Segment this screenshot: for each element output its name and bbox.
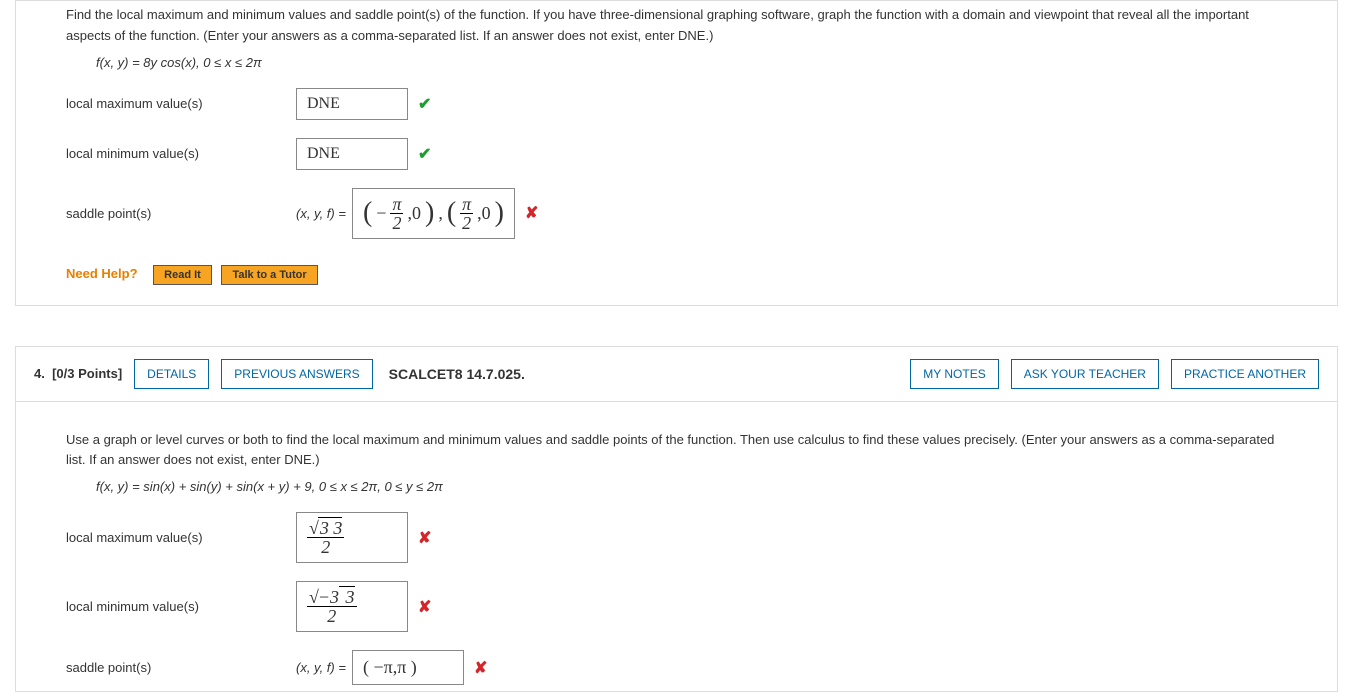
cross-icon: ✘ bbox=[525, 203, 538, 223]
q3-saddle-row: saddle point(s) (x, y, f) = (−π2,0),(π2,… bbox=[66, 188, 1287, 239]
q3-local-min-input[interactable]: DNE bbox=[296, 138, 408, 170]
details-button[interactable]: DETAILS bbox=[134, 359, 209, 389]
q3-local-min-row: local minimum value(s) DNE ✔ bbox=[66, 138, 1287, 170]
q3-local-max-label: local maximum value(s) bbox=[66, 96, 296, 111]
q4-local-min-row: local minimum value(s) −3 32 ✘ bbox=[66, 581, 1287, 632]
q3-saddle-label: saddle point(s) bbox=[66, 206, 296, 221]
q4-function: f(x, y) = sin(x) + sin(y) + sin(x + y) +… bbox=[96, 479, 1287, 494]
my-notes-button[interactable]: MY NOTES bbox=[910, 359, 998, 389]
q3-prompt: Find the local maximum and minimum value… bbox=[66, 1, 1287, 47]
q4-saddle-prefix: (x, y, f) = bbox=[296, 660, 346, 675]
question4-card: Use a graph or level curves or both to f… bbox=[15, 402, 1338, 692]
read-it-button[interactable]: Read It bbox=[153, 265, 212, 285]
ask-teacher-button[interactable]: ASK YOUR TEACHER bbox=[1011, 359, 1159, 389]
q4-saddle-row: saddle point(s) (x, y, f) = ( −π,π ) ✘ bbox=[66, 650, 1287, 685]
q3-saddle-input[interactable]: (−π2,0),(π2,0) bbox=[352, 188, 515, 239]
assignment-id: SCALCET8 14.7.025. bbox=[389, 366, 525, 382]
question3-card: Find the local maximum and minimum value… bbox=[15, 0, 1338, 306]
q4-local-min-input[interactable]: −3 32 bbox=[296, 581, 408, 632]
need-help: Need Help? Read It Talk to a Tutor bbox=[66, 265, 1287, 285]
check-icon: ✔ bbox=[418, 94, 431, 114]
q4-points: [0/3 Points] bbox=[52, 366, 122, 381]
q4-local-max-row: local maximum value(s) 3 32 ✘ bbox=[66, 512, 1287, 563]
q4-saddle-label: saddle point(s) bbox=[66, 660, 296, 675]
practice-another-button[interactable]: PRACTICE ANOTHER bbox=[1171, 359, 1319, 389]
talk-tutor-button[interactable]: Talk to a Tutor bbox=[221, 265, 317, 285]
cross-icon: ✘ bbox=[418, 597, 431, 617]
q4-prompt: Use a graph or level curves or both to f… bbox=[66, 426, 1287, 472]
q3-local-max-row: local maximum value(s) DNE ✔ bbox=[66, 88, 1287, 120]
q4-local-max-label: local maximum value(s) bbox=[66, 530, 296, 545]
cross-icon: ✘ bbox=[418, 528, 431, 548]
q3-function: f(x, y) = 8y cos(x), 0 ≤ x ≤ 2π bbox=[96, 55, 1287, 70]
q4-number: 4. bbox=[34, 366, 45, 381]
cross-icon: ✘ bbox=[474, 658, 487, 678]
q3-local-max-input[interactable]: DNE bbox=[296, 88, 408, 120]
q4-local-min-label: local minimum value(s) bbox=[66, 599, 296, 614]
question4-header: 4. [0/3 Points] DETAILS PREVIOUS ANSWERS… bbox=[15, 346, 1338, 402]
previous-answers-button[interactable]: PREVIOUS ANSWERS bbox=[221, 359, 372, 389]
q4-saddle-input[interactable]: ( −π,π ) bbox=[352, 650, 464, 685]
q4-local-max-input[interactable]: 3 32 bbox=[296, 512, 408, 563]
need-help-label: Need Help? bbox=[66, 266, 138, 281]
q3-local-min-label: local minimum value(s) bbox=[66, 146, 296, 161]
q3-saddle-prefix: (x, y, f) = bbox=[296, 206, 346, 221]
check-icon: ✔ bbox=[418, 144, 431, 164]
